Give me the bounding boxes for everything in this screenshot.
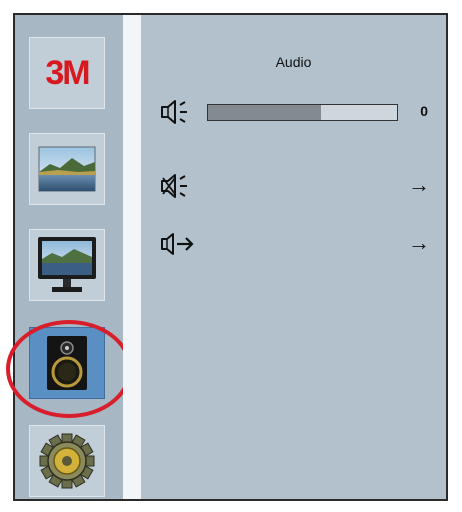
sidebar-item-picture[interactable] — [29, 133, 105, 205]
sidebar-item-brand[interactable]: 3M — [29, 37, 105, 109]
mute-icon — [161, 174, 187, 198]
sidebar-item-setup[interactable] — [29, 425, 105, 497]
volume-icon — [161, 100, 187, 124]
menu-divider — [123, 15, 141, 499]
brand-logo: 3M — [45, 53, 90, 92]
monitor-icon — [38, 237, 96, 292]
audio-input-arrow[interactable]: → — [408, 230, 430, 256]
selection-highlight-ring — [6, 320, 132, 418]
volume-slider-fill — [208, 105, 322, 120]
volume-slider[interactable] — [207, 104, 398, 121]
audio-panel: Audio 0 → → — [141, 15, 446, 499]
menu-title: Audio — [275, 54, 312, 70]
picture-icon — [38, 146, 96, 192]
mute-arrow[interactable]: → — [408, 172, 430, 198]
osd-menu: 3M Audio 0 → → — [6, 13, 448, 501]
gear-icon — [39, 433, 95, 489]
sidebar-item-display[interactable] — [29, 229, 105, 301]
osd-sidebar: 3M — [15, 15, 123, 499]
audio-input-icon — [161, 233, 194, 255]
volume-row[interactable]: 0 — [141, 98, 446, 126]
volume-value: 0 — [420, 103, 428, 119]
audio-input-row[interactable]: → — [141, 230, 446, 258]
mute-row[interactable]: → — [141, 172, 446, 200]
